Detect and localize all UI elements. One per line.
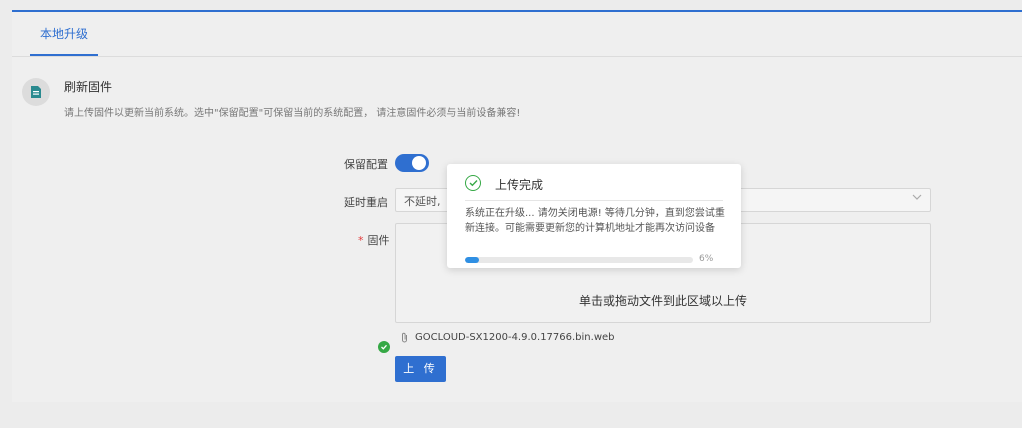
firmware-label-wrap: * 固件 — [358, 232, 390, 248]
page: 本地升级 刷新固件 请上传固件以更新当前系统。选中"保留配置"可保留当前的系统配… — [0, 0, 1022, 428]
progress-percent: 6% — [699, 254, 714, 264]
keep-config-toggle[interactable] — [395, 154, 429, 172]
file-name: GOCLOUD-SX1200-4.9.0.17766.bin.web — [415, 332, 615, 343]
upgrade-progress-bar — [465, 257, 693, 263]
tab-local-upgrade[interactable]: 本地升级 — [30, 12, 99, 56]
dialog-message: 系统正在升级... 请勿关闭电源! 等待几分钟，直到您尝试重新连接。可能需要更新… — [465, 208, 725, 234]
dialog-title: 上传完成 — [495, 178, 544, 192]
progress-fill — [465, 257, 479, 263]
keep-config-label: 保留配置 — [344, 158, 388, 171]
paperclip-icon — [400, 332, 409, 343]
upload-complete-dialog: 上传完成 系统正在升级... 请勿关闭电源! 等待几分钟，直到您尝试重新连接。可… — [447, 164, 741, 268]
check-circle-icon — [465, 175, 481, 191]
section-title: 刷新固件 — [64, 80, 113, 94]
firmware-file-icon — [22, 78, 50, 106]
dropzone-text: 单击或拖动文件到此区域以上传 — [578, 294, 747, 308]
delay-restart-value: 不延时, — [404, 195, 441, 208]
section-description: 请上传固件以更新当前系统。选中"保留配置"可保留当前的系统配置， 请注意固件必须… — [64, 108, 521, 119]
dialog-divider — [465, 200, 723, 201]
delay-restart-label: 延时重启 — [344, 196, 388, 209]
toggle-knob — [412, 156, 426, 170]
upload-button[interactable]: 上 传 — [395, 356, 446, 382]
check-circle-icon — [378, 341, 390, 353]
firmware-label: 固件 — [367, 234, 390, 247]
uploaded-file-item[interactable]: GOCLOUD-SX1200-4.9.0.17766.bin.web — [400, 332, 615, 343]
required-mark: * — [358, 234, 364, 247]
tab-bar: 本地升级 — [12, 12, 1022, 57]
chevron-down-icon — [912, 192, 922, 205]
